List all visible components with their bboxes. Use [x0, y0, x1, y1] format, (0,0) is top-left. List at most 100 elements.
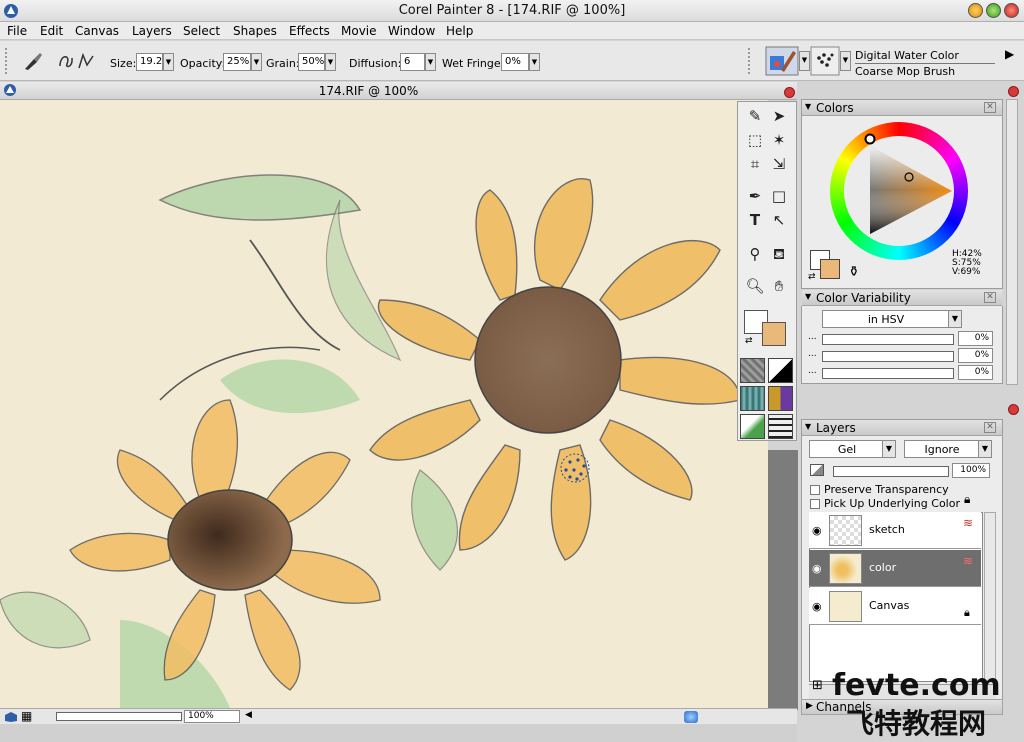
- paint-bucket-icon[interactable]: ⛾: [768, 243, 790, 265]
- pattern-selector-icon[interactable]: [740, 386, 765, 411]
- composite-method-arrow-icon[interactable]: ▼: [882, 440, 896, 458]
- size-dropdown[interactable]: ▼: [163, 53, 174, 71]
- maximize-button[interactable]: [986, 3, 1001, 18]
- colors-close-icon[interactable]: ✕: [984, 102, 996, 113]
- pick-up-color-checkbox[interactable]: [810, 499, 820, 509]
- wet-fringe-field[interactable]: 0%: [501, 53, 529, 71]
- drawing-canvas[interactable]: [0, 100, 768, 708]
- grid-icon[interactable]: ▦: [21, 709, 32, 723]
- layers-scrollbar[interactable]: [984, 512, 996, 682]
- menu-layers[interactable]: Layers: [132, 24, 172, 38]
- variability-mode-arrow-icon[interactable]: ▼: [948, 310, 962, 328]
- eye-icon[interactable]: ◉: [812, 524, 822, 537]
- brush-menu-arrow-icon[interactable]: ▶: [1005, 47, 1014, 61]
- menu-edit[interactable]: Edit: [40, 24, 63, 38]
- layer-commands-icon[interactable]: ⊞: [812, 678, 823, 693]
- magnifier-icon[interactable]: 🔍︎: [744, 275, 766, 297]
- grain-dropdown[interactable]: ▼: [325, 53, 336, 71]
- rectangular-selection-icon[interactable]: ⬚: [744, 129, 766, 151]
- opacity-dropdown[interactable]: ▼: [251, 53, 262, 71]
- saturation-value-triangle[interactable]: [830, 122, 968, 260]
- main-color-swatch[interactable]: [762, 322, 786, 346]
- eye-icon[interactable]: ◉: [812, 600, 822, 613]
- layer-row-canvas[interactable]: ◉ Canvas 🔒︎: [809, 588, 981, 625]
- pen-icon[interactable]: ✒: [744, 185, 766, 207]
- brush-tool-icon[interactable]: [22, 51, 44, 71]
- layer-row-color[interactable]: ◉ color ≋: [809, 550, 981, 587]
- text-icon[interactable]: T: [744, 209, 766, 231]
- collapse-triangle-icon[interactable]: ▼: [805, 422, 811, 431]
- menu-select[interactable]: Select: [183, 24, 220, 38]
- brush-selector-grip[interactable]: [748, 48, 752, 74]
- look-selector-icon[interactable]: [768, 414, 793, 439]
- colors-scrollbar[interactable]: [1006, 99, 1018, 385]
- horizontal-scroll-thumb[interactable]: [684, 711, 698, 723]
- minimize-button[interactable]: [968, 3, 983, 18]
- cube-icon[interactable]: [4, 711, 18, 723]
- clone-color-icon[interactable]: ⚱: [848, 264, 860, 280]
- close-button[interactable]: [1004, 3, 1019, 18]
- zoom-value[interactable]: 100%: [184, 710, 240, 723]
- shape-selection-icon[interactable]: ↖: [768, 209, 790, 231]
- menu-effects[interactable]: Effects: [289, 24, 330, 38]
- brush-category-icon[interactable]: [765, 46, 799, 76]
- colors-header[interactable]: ▼ Colors ✕: [802, 100, 1002, 116]
- layer-opacity-slider[interactable]: [833, 466, 949, 477]
- toolbar-grip[interactable]: [5, 48, 9, 74]
- diffusion-field[interactable]: 6: [400, 53, 425, 71]
- eye-icon[interactable]: ◉: [812, 562, 822, 575]
- preserve-transparency-checkbox[interactable]: [810, 485, 820, 495]
- gradient-selector-icon[interactable]: [768, 358, 793, 383]
- grain-field[interactable]: 50%: [298, 53, 325, 71]
- menu-movie[interactable]: Movie: [341, 24, 377, 38]
- layers-palette-close-icon[interactable]: [1008, 404, 1019, 415]
- menu-canvas[interactable]: Canvas: [75, 24, 119, 38]
- hue-variability-slider[interactable]: [822, 334, 954, 345]
- variability-mode-select[interactable]: in HSV: [822, 310, 950, 328]
- layers-header[interactable]: ▼ Layers ✕: [802, 420, 1002, 436]
- crop-icon[interactable]: ⌗: [744, 153, 766, 175]
- composite-method-select[interactable]: Gel: [809, 440, 885, 458]
- expand-triangle-icon[interactable]: ▶: [806, 701, 813, 711]
- saturation-variability-slider[interactable]: [822, 351, 954, 362]
- size-field[interactable]: 19.2: [136, 53, 163, 71]
- brush-variant-dropdown[interactable]: ▼: [840, 51, 851, 71]
- composite-depth-select[interactable]: Ignore: [904, 440, 980, 458]
- menu-shapes[interactable]: Shapes: [233, 24, 277, 38]
- brush-category-dropdown[interactable]: ▼: [799, 51, 810, 71]
- value-variability-slider[interactable]: [822, 368, 954, 379]
- zoom-slider[interactable]: [56, 712, 182, 721]
- hue-variability-value[interactable]: 0%: [958, 331, 993, 346]
- diffusion-dropdown[interactable]: ▼: [425, 53, 436, 71]
- color-variability-close-icon[interactable]: ✕: [984, 292, 996, 303]
- color-variability-header[interactable]: ▼ Color Variability ✕: [802, 290, 1002, 306]
- collapse-triangle-icon[interactable]: ▼: [805, 292, 811, 301]
- layer-opacity-value[interactable]: 100%: [952, 463, 990, 478]
- layer-adjuster-icon[interactable]: ➤: [768, 105, 790, 127]
- stroke-type-icon[interactable]: [57, 50, 97, 72]
- weaving-selector-icon[interactable]: [768, 386, 793, 411]
- collapse-triangle-icon[interactable]: ▼: [805, 102, 811, 111]
- swap-icon[interactable]: ⇄: [808, 272, 816, 282]
- composite-depth-arrow-icon[interactable]: ▼: [978, 440, 992, 458]
- layer-row-sketch[interactable]: ◉ sketch ≋: [809, 512, 981, 549]
- toolbox-close-icon[interactable]: [784, 87, 795, 98]
- brush-variant-icon[interactable]: [810, 46, 840, 76]
- menu-help[interactable]: Help: [446, 24, 473, 38]
- value-variability-value[interactable]: 0%: [958, 365, 993, 380]
- menu-window[interactable]: Window: [388, 24, 435, 38]
- rectangle-shape-icon[interactable]: □: [768, 185, 790, 207]
- nozzle-selector-icon[interactable]: [740, 414, 765, 439]
- colors-palette-close-icon[interactable]: [1008, 86, 1019, 97]
- brush-tool-icon[interactable]: ✎: [744, 105, 766, 127]
- lock-icon[interactable]: 🔒︎: [964, 492, 970, 507]
- paper-selector-icon[interactable]: [740, 358, 765, 383]
- grabber-icon[interactable]: ✋︎: [768, 275, 790, 297]
- dropper-icon[interactable]: ⚲: [744, 243, 766, 265]
- layers-close-icon[interactable]: ✕: [984, 422, 996, 433]
- opacity-field[interactable]: 25%: [223, 53, 251, 71]
- magic-wand-icon[interactable]: ✶: [768, 129, 790, 151]
- scroll-left-icon[interactable]: ◀: [245, 710, 252, 720]
- wet-fringe-dropdown[interactable]: ▼: [529, 53, 540, 71]
- selection-adjuster-icon[interactable]: ⇲: [768, 153, 790, 175]
